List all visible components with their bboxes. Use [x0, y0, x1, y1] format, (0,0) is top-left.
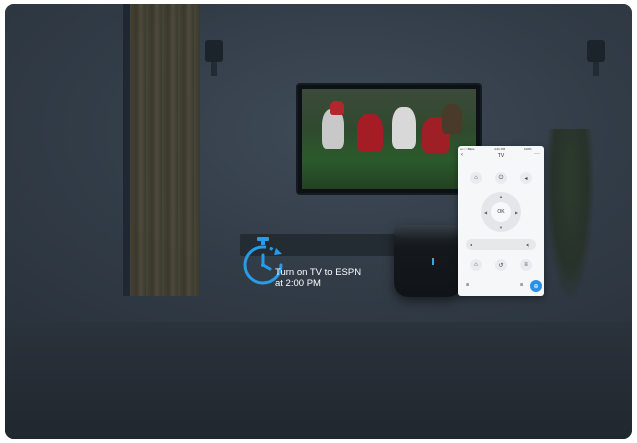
- status-time: 4:21 PM: [494, 147, 506, 151]
- more-icon[interactable]: ···: [534, 151, 540, 157]
- page-title: TV: [497, 153, 505, 159]
- volume-icon[interactable]: ◂: [520, 172, 532, 184]
- status-carrier: •••○○ BELL: [460, 147, 475, 151]
- home-icon[interactable]: ⌂: [470, 259, 482, 271]
- wall-lamp-left-icon: [205, 40, 223, 76]
- fab-icon[interactable]: ⊕: [530, 280, 542, 292]
- hub-top: [394, 225, 462, 239]
- schedule-label: Turn on TV to ESPN at 2:00 PM: [275, 267, 395, 289]
- input-icon[interactable]: ⌂: [470, 172, 482, 184]
- grid-icon-left[interactable]: ⊞: [466, 282, 469, 287]
- grid-icon[interactable]: ⊞: [520, 282, 523, 287]
- schedule-line-1: Turn on TV to ESPN: [275, 267, 362, 278]
- phone-remote-app: •••○○ BELL 4:21 PM 100% ‹ TV ··· ⌂ ⏻ ◂ ▲…: [458, 146, 544, 296]
- curtain: [130, 4, 200, 296]
- wall-lamp-right-icon: [587, 40, 605, 76]
- television: [298, 85, 480, 193]
- status-battery: 100%: [524, 147, 532, 151]
- power-icon[interactable]: ⏻: [495, 172, 507, 184]
- schedule-line-2: at 2:00 PM: [275, 278, 321, 289]
- return-icon[interactable]: ↺: [495, 259, 507, 271]
- volume-down-icon[interactable]: ◂: [470, 242, 472, 247]
- menu-icon[interactable]: ≡: [520, 259, 532, 271]
- status-bar: •••○○ BELL 4:21 PM 100%: [458, 146, 544, 152]
- dpad-down-icon[interactable]: ▼: [499, 225, 503, 230]
- hub-led-indicator: [432, 258, 434, 265]
- dpad-right-icon[interactable]: ▶: [515, 210, 518, 215]
- volume-up-icon[interactable]: ◂): [526, 242, 529, 247]
- ok-button[interactable]: OK: [491, 202, 511, 222]
- dpad-up-icon[interactable]: ▲: [499, 194, 503, 199]
- room-floor: [5, 322, 632, 439]
- tv-screen-football-image: [302, 89, 476, 189]
- ir-hub-device: [394, 225, 462, 297]
- dpad-left-icon[interactable]: ◀: [484, 210, 487, 215]
- plant: [545, 129, 595, 304]
